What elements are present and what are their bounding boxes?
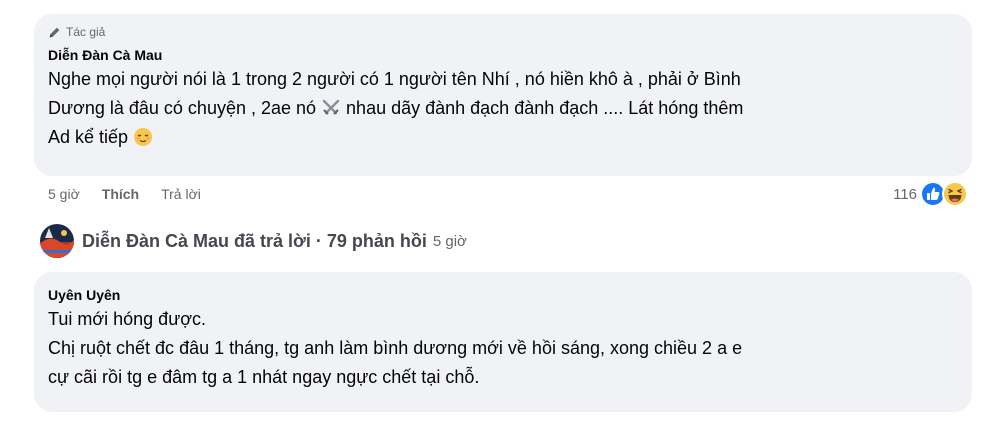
comment-author[interactable]: Diễn Đàn Cà Mau — [48, 45, 958, 65]
comment-actions: 5 giờ Thích Trả lời — [48, 186, 201, 202]
replies-summary-time: 5 giờ — [432, 232, 467, 250]
comment-line-2-start: Dương là đâu có chuyện , 2ae nó — [48, 98, 322, 118]
haha-icon — [942, 181, 968, 207]
page-avatar — [40, 224, 74, 258]
reply-text: Tui mới hóng được. Chị ruột chết đc đâu … — [48, 305, 958, 392]
reply-line-3: cự cãi rồi tg e đâm tg a 1 nhát ngay ngự… — [48, 367, 480, 387]
relieved-face-icon — [134, 128, 153, 146]
view-replies-link[interactable]: Diễn Đàn Cà Mau đã trả lời · 79 phản hồi… — [40, 224, 467, 258]
reply-author[interactable]: Uyên Uyên — [48, 285, 958, 305]
reply-button[interactable]: Trả lời — [161, 186, 201, 202]
reply-line-1: Tui mới hóng được. — [48, 309, 207, 329]
comment-time[interactable]: 5 giờ — [48, 186, 80, 202]
reply-bubble: Uyên Uyên Tui mới hóng được. Chị ruột ch… — [34, 272, 972, 412]
comment-line-3-text: Ad kể tiếp — [48, 127, 134, 147]
comment-line-3: Ad kể tiếp — [48, 123, 958, 152]
comment-line-1: Nghe mọi người nói là 1 trong 2 người có… — [48, 69, 741, 89]
badge-label: Tác giả — [66, 25, 106, 39]
replies-summary-text: Diễn Đàn Cà Mau đã trả lời · 79 phản hồi — [82, 230, 427, 251]
author-badge: Tác giả — [48, 24, 958, 40]
comment-line-2: Dương là đâu có chuyện , 2ae nó nhau dãy… — [48, 94, 958, 123]
reaction-count: 116 — [893, 185, 917, 203]
pencil-icon — [49, 27, 60, 37]
crossed-swords-icon — [322, 99, 340, 115]
comment-bubble: Tác giả Diễn Đàn Cà Mau Nghe mọi người n… — [34, 14, 972, 176]
like-button[interactable]: Thích — [102, 186, 139, 202]
reply-line-2: Chị ruột chết đc đâu 1 tháng, tg anh làm… — [48, 338, 743, 358]
comment-text: Nghe mọi người nói là 1 trong 2 người có… — [48, 65, 958, 152]
reaction-summary[interactable]: 116 — [893, 181, 968, 207]
comment-line-2-end: nhau dãy đành đạch đành đạch .... Lát hó… — [341, 98, 744, 118]
